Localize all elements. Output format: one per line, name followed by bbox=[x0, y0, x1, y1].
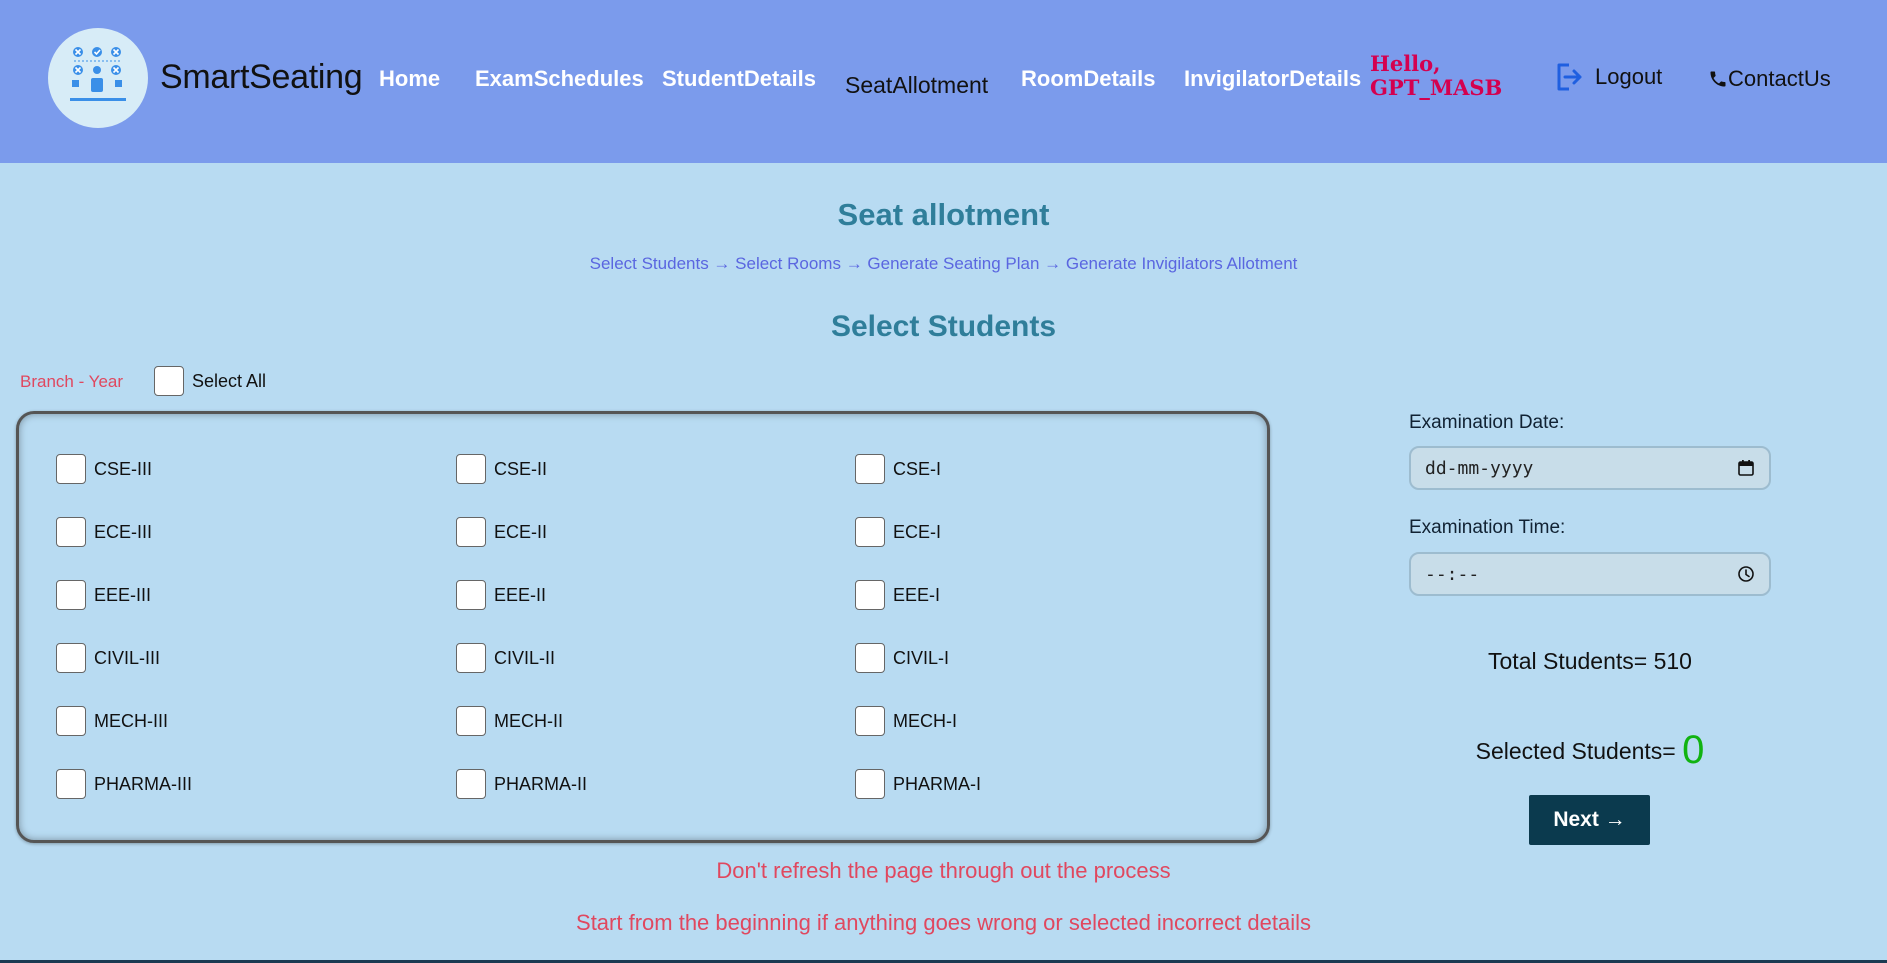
checkbox[interactable] bbox=[56, 580, 86, 610]
option-mech-iii[interactable]: MECH-III bbox=[56, 706, 168, 736]
checkbox[interactable] bbox=[456, 769, 486, 799]
greeting-line-1: Hello, bbox=[1370, 51, 1441, 76]
option-label: CSE-II bbox=[494, 458, 548, 479]
select-all-label: Select All bbox=[192, 370, 267, 391]
process-steps: Select Students → Select Rooms → Generat… bbox=[589, 254, 1298, 273]
option-eee-ii[interactable]: EEE-II bbox=[456, 580, 546, 610]
option-label: ECE-III bbox=[94, 521, 153, 542]
checkbox[interactable] bbox=[855, 643, 885, 673]
selected-students: Selected Students= 0 bbox=[1409, 728, 1771, 773]
calendar-icon[interactable] bbox=[1737, 459, 1755, 477]
checkbox[interactable] bbox=[456, 706, 486, 736]
selected-students-count: 0 bbox=[1682, 728, 1705, 772]
page-title: Seat allotment bbox=[837, 197, 1050, 232]
total-students: Total Students= 510 bbox=[1488, 648, 1692, 674]
nav-exam-schedules[interactable]: ExamSchedules bbox=[475, 66, 644, 92]
checkbox[interactable] bbox=[855, 454, 885, 484]
option-label: CSE-III bbox=[94, 458, 153, 479]
option-cse-ii[interactable]: CSE-II bbox=[456, 454, 547, 484]
checkbox[interactable] bbox=[56, 643, 86, 673]
contact-us-label: ContactUs bbox=[1728, 66, 1831, 91]
warning-refresh: Don't refresh the page through out the p… bbox=[716, 858, 1171, 883]
option-civil-ii[interactable]: CIVIL-II bbox=[456, 643, 555, 673]
option-pharma-ii[interactable]: PHARMA-II bbox=[456, 769, 587, 799]
checkbox[interactable] bbox=[456, 643, 486, 673]
exam-time-placeholder: --:-- bbox=[1425, 563, 1480, 585]
exam-date-input[interactable]: dd-mm-yyyy bbox=[1409, 446, 1771, 490]
option-label: CIVIL-III bbox=[94, 647, 161, 668]
checkbox[interactable] bbox=[855, 580, 885, 610]
option-label: PHARMA-I bbox=[893, 773, 982, 794]
option-pharma-iii[interactable]: PHARMA-III bbox=[56, 769, 192, 799]
warning-restart: Start from the beginning if anything goe… bbox=[576, 910, 1311, 935]
nav-room-details[interactable]: RoomDetails bbox=[1021, 66, 1155, 92]
option-label: MECH-III bbox=[94, 710, 168, 731]
exam-time-label: Examination Time: bbox=[1409, 517, 1566, 538]
checkbox[interactable] bbox=[56, 769, 86, 799]
option-label: EEE-II bbox=[494, 584, 547, 605]
exam-date-label: Examination Date: bbox=[1409, 412, 1565, 433]
checkbox[interactable] bbox=[855, 517, 885, 547]
smartseating-logo-icon[interactable] bbox=[48, 28, 148, 128]
branch-year-panel: CSE-III CSE-II CSE-I ECE-III ECE-II ECE-… bbox=[16, 411, 1270, 843]
option-eee-i[interactable]: EEE-I bbox=[855, 580, 940, 610]
checkbox[interactable] bbox=[56, 454, 86, 484]
exam-date-placeholder: dd-mm-yyyy bbox=[1425, 457, 1534, 479]
option-ece-iii[interactable]: ECE-III bbox=[56, 517, 152, 547]
option-label: CIVIL-I bbox=[893, 647, 950, 668]
option-label: ECE-II bbox=[494, 521, 548, 542]
section-title: Select Students bbox=[830, 310, 1057, 343]
exam-time-input[interactable]: --:-- bbox=[1409, 552, 1771, 596]
nav-invigilator-details[interactable]: InvigilatorDetails bbox=[1184, 66, 1361, 92]
option-label: PHARMA-III bbox=[94, 773, 193, 794]
nav-seat-allotment[interactable]: SeatAllotment bbox=[845, 72, 988, 99]
navbar: SmartSeating Home ExamSchedules StudentD… bbox=[0, 0, 1887, 163]
option-label: CSE-I bbox=[893, 458, 942, 479]
next-button[interactable]: Next → bbox=[1529, 795, 1650, 845]
greeting-username: GPT_MASB bbox=[1370, 75, 1503, 100]
option-civil-iii[interactable]: CIVIL-III bbox=[56, 643, 160, 673]
brand-name[interactable]: SmartSeating bbox=[160, 58, 363, 97]
option-pharma-i[interactable]: PHARMA-I bbox=[855, 769, 981, 799]
option-cse-iii[interactable]: CSE-III bbox=[56, 454, 152, 484]
option-label: CIVIL-II bbox=[494, 647, 556, 668]
select-all-checkbox[interactable] bbox=[154, 366, 184, 396]
checkbox[interactable] bbox=[456, 580, 486, 610]
selected-students-label: Selected Students= bbox=[1475, 738, 1676, 764]
checkbox[interactable] bbox=[855, 769, 885, 799]
option-civil-i[interactable]: CIVIL-I bbox=[855, 643, 949, 673]
option-label: MECH-I bbox=[893, 710, 957, 731]
logout-button[interactable]: Logout bbox=[1555, 62, 1662, 92]
logout-label: Logout bbox=[1595, 64, 1663, 89]
option-ece-ii[interactable]: ECE-II bbox=[456, 517, 547, 547]
contact-us-link[interactable]: ContactUs bbox=[1708, 66, 1831, 92]
nav-student-details[interactable]: StudentDetails bbox=[662, 66, 816, 92]
clock-icon[interactable] bbox=[1737, 565, 1755, 583]
checkbox[interactable] bbox=[56, 517, 86, 547]
option-mech-i[interactable]: MECH-I bbox=[855, 706, 957, 736]
option-label: ECE-I bbox=[893, 521, 942, 542]
branch-year-label: Branch - Year bbox=[20, 372, 124, 391]
option-eee-iii[interactable]: EEE-III bbox=[56, 580, 151, 610]
checkbox[interactable] bbox=[456, 454, 486, 484]
option-label: EEE-I bbox=[893, 584, 941, 605]
logout-icon bbox=[1557, 63, 1582, 91]
option-label: MECH-II bbox=[494, 710, 563, 731]
checkbox[interactable] bbox=[56, 706, 86, 736]
checkbox[interactable] bbox=[456, 517, 486, 547]
option-ece-i[interactable]: ECE-I bbox=[855, 517, 941, 547]
option-label: EEE-III bbox=[94, 584, 152, 605]
select-all[interactable]: Select All bbox=[154, 366, 266, 396]
nav-home[interactable]: Home bbox=[379, 66, 440, 92]
checkbox[interactable] bbox=[855, 706, 885, 736]
option-label: PHARMA-II bbox=[494, 773, 588, 794]
option-cse-i[interactable]: CSE-I bbox=[855, 454, 941, 484]
greeting: Hello, GPT_MASB bbox=[1370, 52, 1502, 100]
option-mech-ii[interactable]: MECH-II bbox=[456, 706, 563, 736]
phone-icon bbox=[1710, 71, 1726, 87]
